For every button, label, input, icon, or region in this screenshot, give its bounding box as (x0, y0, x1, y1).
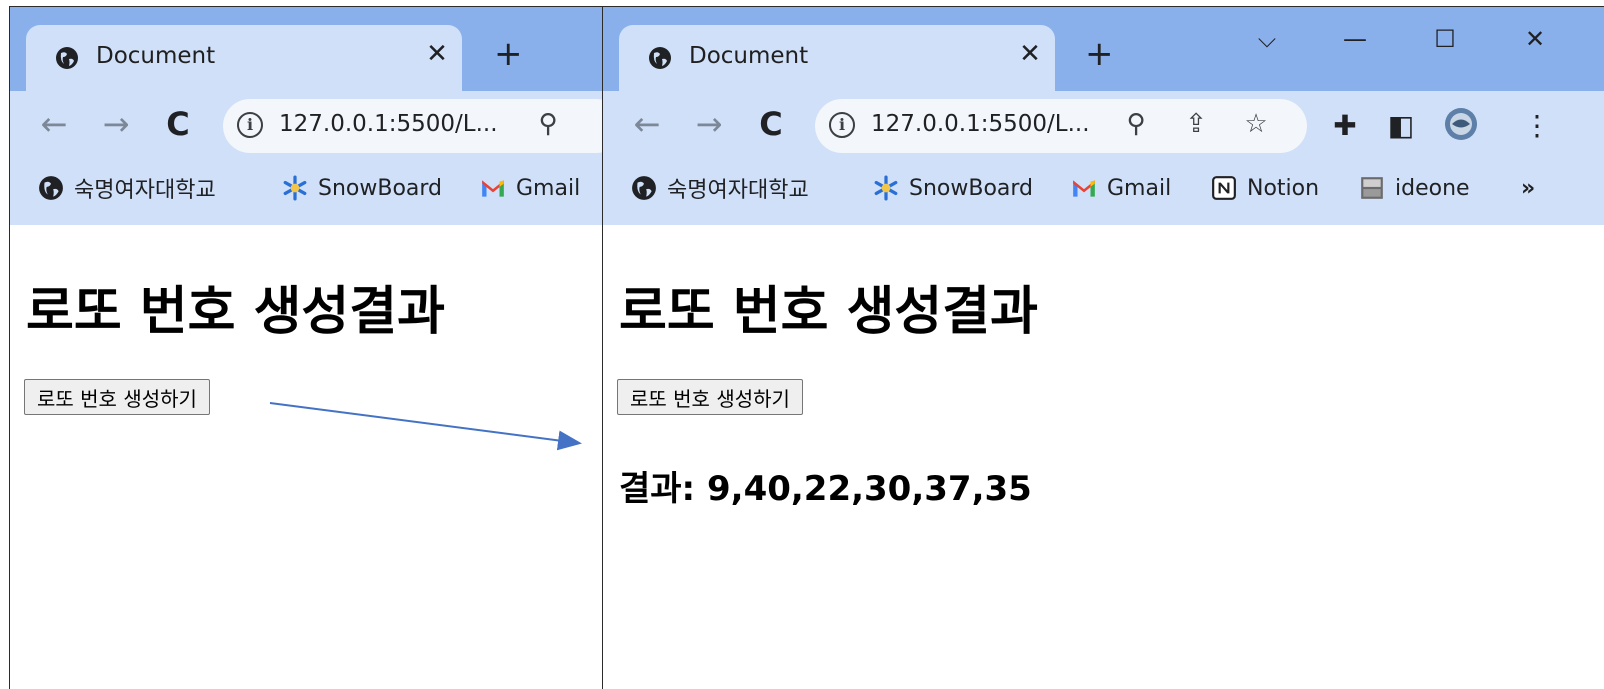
annotation-arrow (269, 402, 582, 451)
